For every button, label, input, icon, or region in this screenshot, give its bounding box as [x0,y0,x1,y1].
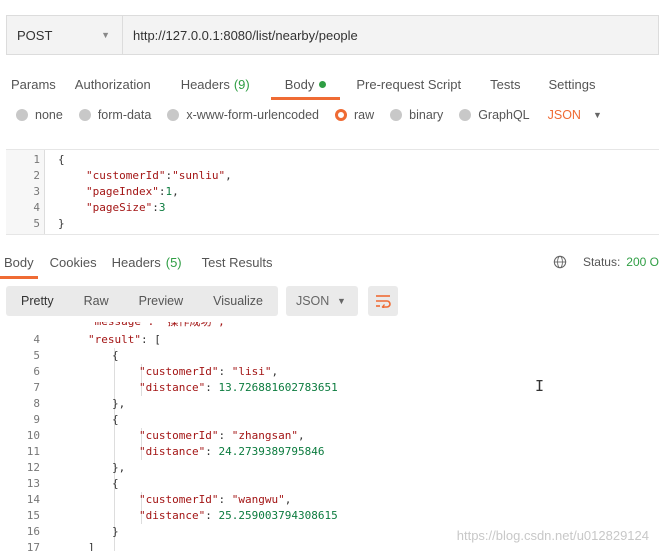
tab-params[interactable]: Params [11,70,56,98]
tab-response-body[interactable]: Body [0,248,38,279]
code-line: 7 "distance": 13.726881602783651 [33,381,338,394]
code-line: 14 "customerId": "wangwu", [26,493,292,506]
radio-icon [78,109,91,121]
headers-count: (5) [165,254,182,270]
radio-icon [390,109,403,121]
response-format-select[interactable]: JSON ▼ [285,286,358,316]
url-input[interactable]: http://127.0.0.1:8080/list/nearby/people [123,16,658,54]
format-select[interactable]: JSON ▼ [546,108,602,122]
status-label: Status: [582,255,621,269]
radio-x-www-form-urlencoded[interactable]: x-www-form-urlencoded [167,108,319,122]
mode-preview[interactable]: Preview [124,294,198,308]
method-label: POST [17,27,53,43]
active-tab-underline [270,97,341,100]
radio-form-data[interactable]: form-data [78,108,151,122]
code-line: 3 "pageIndex":1, [33,185,179,198]
wrap-lines-icon [375,295,391,308]
code-line: 1 { [33,153,65,166]
code-line: "message": "操作成功", [0,322,659,330]
tab-body[interactable]: Body [270,70,341,100]
tab-test-results[interactable]: Test Results [202,248,273,276]
response-status: Status: 200 O [553,248,659,276]
tab-pre-request-script[interactable]: Pre-request Script [356,70,461,98]
globe-icon[interactable] [553,255,567,269]
response-tabs: Body Cookies Headers (5) Test Results Sta… [0,248,659,279]
code-line: 11 "distance": 24.2739389795846 [26,445,325,458]
text-cursor-icon: I [535,377,545,395]
tab-settings[interactable]: Settings [548,70,595,98]
request-tabs: Params Authorization Headers (9) Body Pre… [0,70,595,100]
chevron-down-icon: ▼ [337,296,346,306]
code-line: 2 "customerId":"sunliu", [33,169,232,182]
view-mode-segment: Pretty Raw Preview Visualize [6,286,278,316]
radio-icon [167,109,180,121]
method-select[interactable]: POST ▼ [7,16,123,54]
watermark: https://blog.csdn.net/u012829124 [456,528,649,543]
radio-binary[interactable]: binary [390,108,443,122]
tab-authorization[interactable]: Authorization [75,70,151,98]
code-line: 4 "pageSize":3 [33,201,166,214]
body-type-options: none form-data x-www-form-urlencoded raw… [16,108,618,122]
radio-raw[interactable]: raw [335,108,374,122]
format-label: JSON [547,108,581,122]
code-line: 12}, [26,461,126,474]
wrap-lines-button[interactable] [367,286,398,316]
mode-pretty[interactable]: Pretty [6,294,69,308]
code-line: 6 "customerId": "lisi", [33,365,279,378]
code-line: 10 "customerId": "zhangsan", [26,429,305,442]
code-line: 5{ [33,349,119,362]
radio-none[interactable]: none [16,108,63,122]
tab-response-headers[interactable]: Headers (5) [112,248,182,276]
code-line: 5 } [33,217,65,230]
code-line: 4 "result": [ [33,333,161,346]
tab-headers[interactable]: Headers (9) [181,70,250,98]
active-dot-icon [319,80,327,88]
tab-tests[interactable]: Tests [490,70,520,98]
request-url-bar: POST ▼ http://127.0.0.1:8080/list/nearby… [6,15,659,55]
code-line: 15 "distance": 25.259003794308615 [26,509,338,522]
tab-cookies[interactable]: Cookies [50,248,97,276]
code-line: 8}, [33,397,126,410]
response-body-viewer[interactable]: "message": "操作成功", 4"result": [ 5{ 6"cus… [0,322,659,551]
chevron-down-icon: ▼ [101,30,110,40]
code-line: 9{ [33,413,119,426]
radio-selected-icon [335,109,347,121]
active-tab-underline [0,276,38,279]
response-toolbar: Pretty Raw Preview Visualize JSON ▼ [6,286,398,316]
headers-count: (9) [233,76,250,92]
radio-icon [459,109,472,121]
radio-graphql[interactable]: GraphQL [459,108,530,122]
mode-raw[interactable]: Raw [69,294,124,308]
request-body-editor[interactable]: 1 { 2 "customerId":"sunliu", 3 "pageInde… [6,149,659,235]
mode-visualize[interactable]: Visualize [198,294,278,308]
code-line: 13{ [26,477,119,490]
chevron-down-icon: ▼ [592,110,602,120]
radio-icon [16,109,28,121]
status-value: 200 O [626,255,659,269]
